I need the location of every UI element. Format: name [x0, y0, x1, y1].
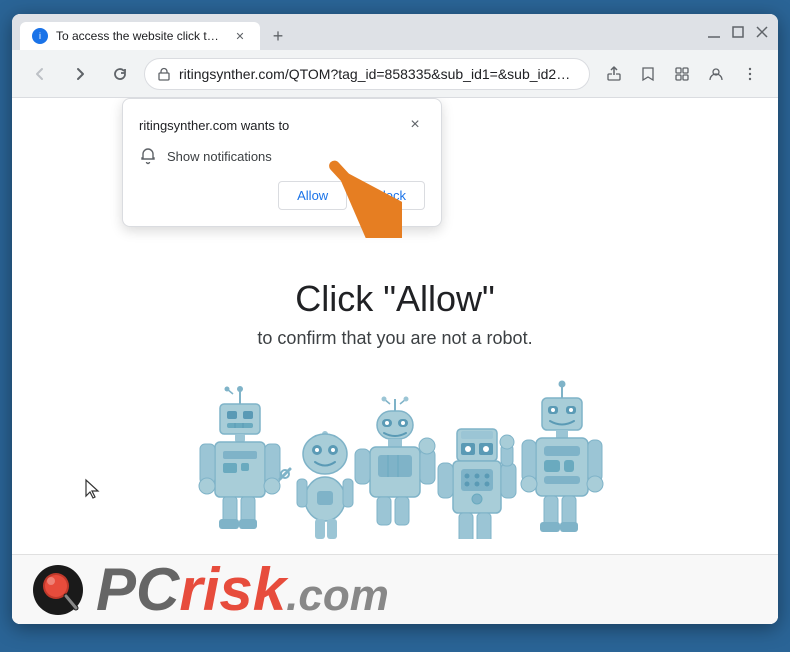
click-allow-subtitle: to confirm that you are not a robot. [257, 328, 532, 349]
refresh-button[interactable] [104, 58, 136, 90]
click-allow-title: Click "Allow" [257, 278, 532, 320]
browser-window: i To access the website click the "A ✕ + [12, 14, 778, 624]
pcrisk-risk: risk [179, 560, 286, 620]
new-tab-button[interactable]: + [264, 22, 292, 50]
maximize-icon[interactable] [730, 24, 746, 40]
forward-button[interactable] [64, 58, 96, 90]
extensions-button[interactable] [666, 58, 698, 90]
active-tab[interactable]: i To access the website click the "A ✕ [20, 22, 260, 50]
pcrisk-pc: PC [96, 560, 179, 620]
content-area: ritingsynther.com wants to × Show notifi… [12, 98, 778, 624]
pcrisk-magnifier [32, 564, 84, 616]
menu-button[interactable] [734, 58, 766, 90]
pcrisk-logo: PC risk .com [96, 560, 389, 620]
tab-area: i To access the website click the "A ✕ + [20, 14, 702, 50]
tab-close-button[interactable]: ✕ [232, 28, 248, 44]
tab-title: To access the website click the "A [56, 29, 224, 43]
lock-icon [157, 67, 171, 81]
minimize-icon[interactable] [706, 24, 722, 40]
arrow-indicator [312, 148, 402, 243]
nav-actions [598, 58, 766, 90]
main-content: Click "Allow" to confirm that you are no… [237, 278, 552, 349]
title-bar: i To access the website click the "A ✕ + [12, 14, 778, 50]
share-button[interactable] [598, 58, 630, 90]
popup-site-text: ritingsynther.com wants to [139, 118, 289, 133]
robots-illustration [175, 379, 615, 539]
nav-bar: ritingsynther.com/QTOM?tag_id=858335&sub… [12, 50, 778, 98]
permission-label: Show notifications [167, 149, 272, 164]
pcrisk-com: .com [286, 574, 389, 618]
address-text: ritingsynther.com/QTOM?tag_id=858335&sub… [179, 66, 577, 82]
close-icon[interactable] [754, 24, 770, 40]
tab-favicon: i [32, 28, 48, 44]
cursor [84, 478, 104, 506]
pcrisk-bar: PC risk .com [12, 554, 778, 624]
robots-svg [175, 379, 615, 539]
profile-button[interactable] [700, 58, 732, 90]
window-controls [706, 24, 770, 40]
popup-close-button[interactable]: × [405, 115, 425, 135]
back-button[interactable] [24, 58, 56, 90]
bell-icon [139, 147, 157, 165]
bookmark-button[interactable] [632, 58, 664, 90]
address-bar[interactable]: ritingsynther.com/QTOM?tag_id=858335&sub… [144, 58, 590, 90]
popup-header: ritingsynther.com wants to × [139, 115, 425, 135]
arrow-svg [312, 148, 402, 238]
